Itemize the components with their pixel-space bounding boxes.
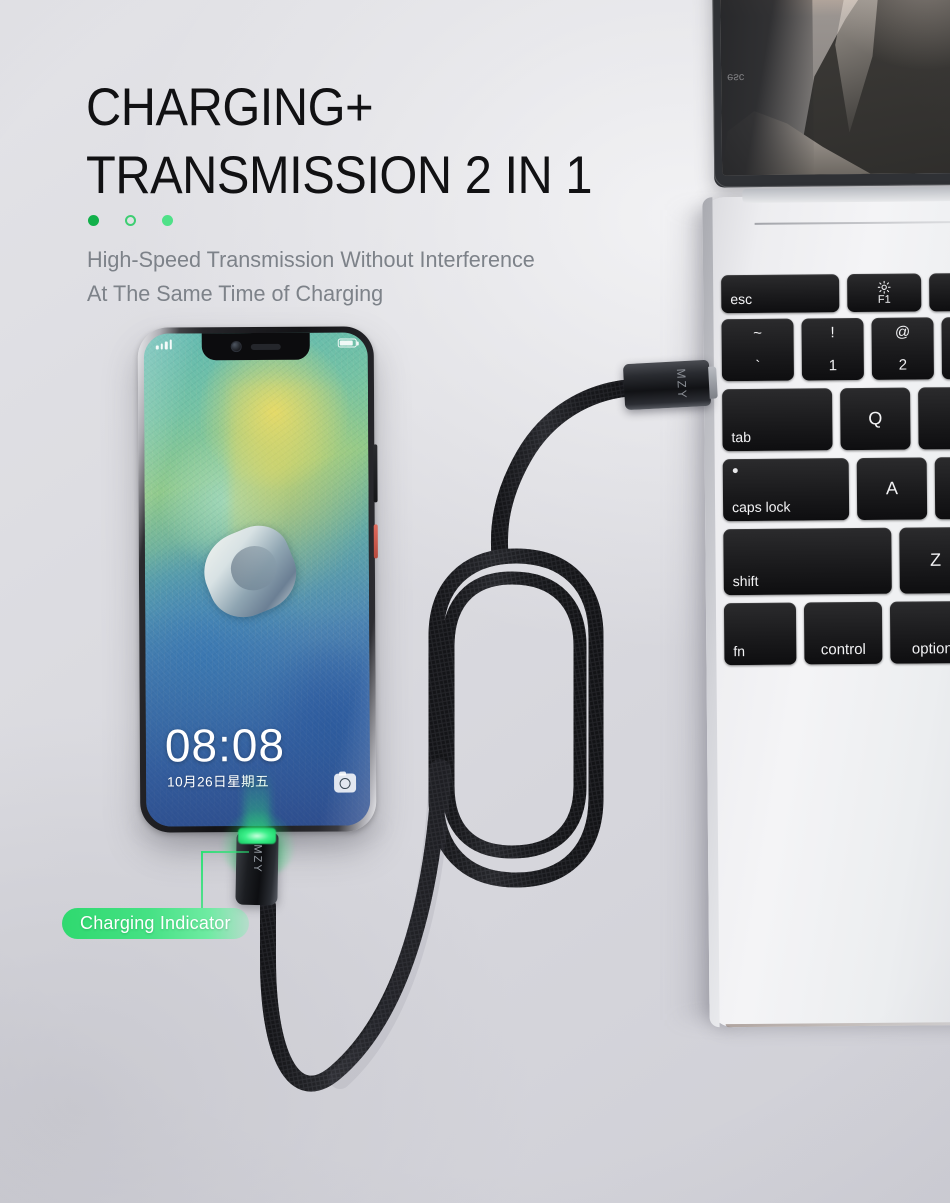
key-shift[interactable]: shift — [723, 527, 892, 596]
key-esc[interactable]: esc — [721, 274, 840, 314]
key-fn[interactable]: fn — [723, 602, 797, 666]
dot-outline-icon — [125, 215, 136, 226]
signal-bars-icon — [155, 339, 172, 350]
phone-notch — [201, 332, 310, 361]
key-f2[interactable] — [929, 272, 950, 312]
headline-line-2: TRANSMISSION 2 IN 1 — [86, 146, 593, 205]
key-option[interactable]: alt option — [889, 601, 950, 664]
key-f1[interactable]: F1 — [847, 273, 922, 313]
connector-brand-label: MZY — [673, 368, 690, 401]
key-q[interactable]: Q — [840, 387, 911, 451]
key-2[interactable]: @ 2 — [871, 317, 934, 380]
connector-brand-label-phone: MZY — [250, 844, 264, 874]
volume-button[interactable] — [373, 444, 378, 503]
key-capslock[interactable]: caps lock — [722, 458, 850, 522]
phone-lockscreen: 08:08 10月26日星期五 — [143, 332, 371, 827]
key-1[interactable]: ! 1 — [801, 317, 864, 381]
laptop-display: caps lock tab ~ esc — [709, 0, 950, 188]
usbc-connector-laptop: MZY — [622, 359, 718, 411]
capslock-led — [732, 468, 738, 474]
cable-loop-inner — [441, 571, 587, 859]
wallpaper-mountain-highlight — [834, 0, 910, 133]
key-a[interactable]: A — [856, 457, 928, 521]
key-s[interactable] — [934, 456, 950, 520]
laptop-keyboard: esc F1 ~ ` ! 1 @ 2 tab Q caps lock A shi… — [702, 195, 950, 1028]
lockscreen-time: 08:08 — [164, 718, 286, 772]
front-camera-icon — [230, 341, 242, 353]
reflection-key-esc: esc — [727, 71, 745, 84]
usbc-metal-tip — [708, 366, 718, 399]
charging-led-core — [238, 828, 276, 844]
key-3[interactable] — [941, 316, 950, 380]
brightness-icon — [877, 280, 891, 294]
cable-upper-segment — [490, 379, 637, 565]
wallpaper-foreground-ridge — [721, 82, 871, 175]
cable-loop-outer — [428, 548, 604, 888]
power-button[interactable] — [373, 524, 378, 559]
screen-keyboard-reflection: caps lock tab ~ esc — [717, 0, 814, 176]
subtitle-line-1: High-Speed Transmission Without Interfer… — [87, 247, 535, 272]
page-title: CHARGING+ TRANSMISSION 2 IN 1 — [86, 74, 593, 210]
key-z[interactable]: Z — [899, 527, 950, 594]
dot-filled-dark-icon — [88, 215, 99, 226]
callout-label: Charging Indicator — [80, 913, 231, 933]
decorative-dots — [88, 215, 173, 226]
page-subtitle: High-Speed Transmission Without Interfer… — [87, 243, 535, 311]
dot-filled-light-icon — [162, 215, 173, 226]
charging-indicator-callout: Charging Indicator — [62, 908, 249, 939]
headline-line-1: CHARGING+ — [86, 78, 374, 137]
subtitle-line-2: At The Same Time of Charging — [87, 281, 384, 306]
laptop-wallpaper: caps lock tab ~ esc — [717, 0, 950, 176]
key-control[interactable]: control — [803, 601, 883, 665]
wallpaper-mountain — [794, 0, 950, 175]
camera-shortcut-icon[interactable] — [334, 773, 357, 793]
key-tab[interactable]: tab — [722, 388, 833, 452]
key-tilde[interactable]: ~ ` — [721, 318, 794, 382]
key-w[interactable] — [918, 386, 950, 450]
smartphone: 08:08 10月26日星期五 — [137, 326, 378, 833]
earpiece-speaker — [250, 343, 281, 350]
product-banner: caps lock tab ~ esc esc — [0, 0, 950, 1203]
battery-icon — [337, 338, 357, 348]
callout-leader-horizontal — [201, 851, 249, 853]
